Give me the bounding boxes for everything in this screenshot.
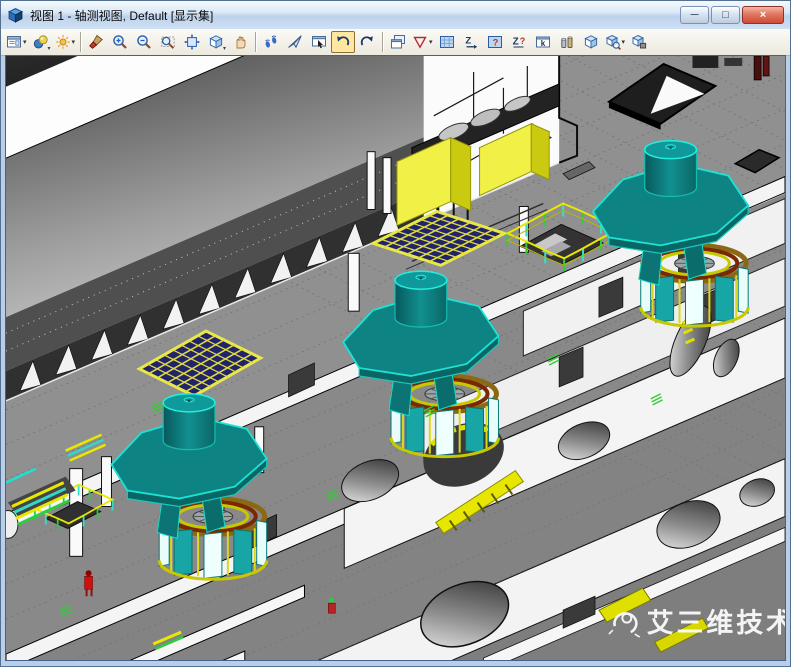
view-next-button[interactable] [355, 31, 379, 53]
window-area-button[interactable] [156, 31, 180, 53]
zoom-out-icon [136, 34, 152, 50]
display-style-spheres-icon [33, 34, 49, 50]
dropdown-arrow-icon[interactable]: ▾ [23, 38, 27, 46]
toolbar-separator [80, 32, 81, 52]
update-view-brush-icon [88, 34, 104, 50]
toolbar: ▾ ▾ ▾ ▾ ▾ ▾ [1, 29, 790, 56]
brightness-sun-icon [55, 34, 71, 50]
camera-view-button[interactable] [531, 31, 555, 53]
navigate-view-icon [311, 34, 327, 50]
view-previous-button[interactable] [331, 31, 355, 53]
restore-icon: □ [722, 9, 729, 21]
query-depth-button[interactable] [507, 31, 531, 53]
view-cube-icon [7, 7, 24, 24]
dropdown-corner-icon: ▾ [223, 47, 226, 52]
clip-volume-icon [412, 34, 428, 50]
set-display-depth-button[interactable] [459, 31, 483, 53]
axonometric-scene: 艾三维技术 [6, 56, 785, 660]
view-attributes-button[interactable]: ▾ [4, 31, 29, 53]
window-controls: ─ □ × [680, 6, 784, 24]
dropdown-arrow-icon[interactable]: ▾ [429, 38, 433, 46]
fit-view-icon [184, 34, 200, 50]
rotate-cube-icon [208, 34, 224, 50]
view-window: 视图 1 - 轴测视图, Default [显示集] ─ □ × ▾ ▾ ▾ ▾ ▾ ▾ [0, 0, 791, 667]
style-preview-button[interactable]: ▾ [603, 31, 628, 53]
walk-button[interactable] [259, 31, 283, 53]
zoom-in-icon [112, 34, 128, 50]
render-view-button[interactable] [555, 31, 579, 53]
apply-style-button[interactable] [627, 31, 651, 53]
walk-footprints-icon [263, 34, 279, 50]
close-button[interactable]: × [742, 6, 784, 24]
close-icon: × [760, 9, 766, 21]
zoom-in-button[interactable] [108, 31, 132, 53]
depth-z-query-icon [511, 34, 527, 50]
pan-view-button[interactable] [228, 31, 252, 53]
viewport-3d[interactable]: 艾三维技术 [5, 55, 786, 661]
toolbar-separator [382, 32, 383, 52]
display-style-button[interactable]: ▾ [29, 31, 53, 53]
title-bar[interactable]: 视图 1 - 轴测视图, Default [显示集] ─ □ × [1, 1, 790, 29]
show-display-depth-button[interactable] [483, 31, 507, 53]
copy-view-icon [390, 34, 406, 50]
clip-volume-button[interactable]: ▾ [410, 31, 435, 53]
render-cylinders-icon [559, 34, 575, 50]
dropdown-arrow-icon[interactable]: ▾ [72, 38, 76, 46]
depth-z-arrow-icon [463, 34, 479, 50]
window-query-icon [487, 34, 503, 50]
view-attributes-icon [6, 34, 22, 50]
rotate-view-button[interactable]: ▾ [204, 31, 228, 53]
display-style-cube-button[interactable] [579, 31, 603, 53]
fly-plane-icon [287, 34, 303, 50]
view-brightness-button[interactable]: ▾ [53, 31, 78, 53]
pan-hand-icon [232, 34, 248, 50]
apply-style-cube-icon [631, 34, 647, 50]
view-next-icon [359, 34, 375, 50]
zoom-out-button[interactable] [132, 31, 156, 53]
copy-view-button[interactable] [386, 31, 410, 53]
clip-mask-icon [439, 34, 455, 50]
style-cube-icon [583, 34, 599, 50]
clip-mask-button[interactable] [435, 31, 459, 53]
style-preview-cube-icon [605, 34, 621, 50]
window-area-icon [160, 34, 176, 50]
dropdown-corner-icon: ▾ [48, 47, 51, 52]
update-view-button[interactable] [84, 31, 108, 53]
fit-view-button[interactable] [180, 31, 204, 53]
view-previous-icon [335, 34, 351, 50]
watermark-text: 艾三维技术 [647, 608, 785, 638]
navigate-view-button[interactable] [307, 31, 331, 53]
toolbar-separator [255, 32, 256, 52]
window-title: 视图 1 - 轴测视图, Default [显示集] [30, 7, 674, 24]
camera-window-icon [535, 34, 551, 50]
restore-button[interactable]: □ [711, 6, 740, 24]
minimize-button[interactable]: ─ [680, 6, 709, 24]
dropdown-arrow-icon[interactable]: ▾ [622, 38, 626, 46]
minimize-icon: ─ [691, 9, 699, 21]
fly-button[interactable] [283, 31, 307, 53]
